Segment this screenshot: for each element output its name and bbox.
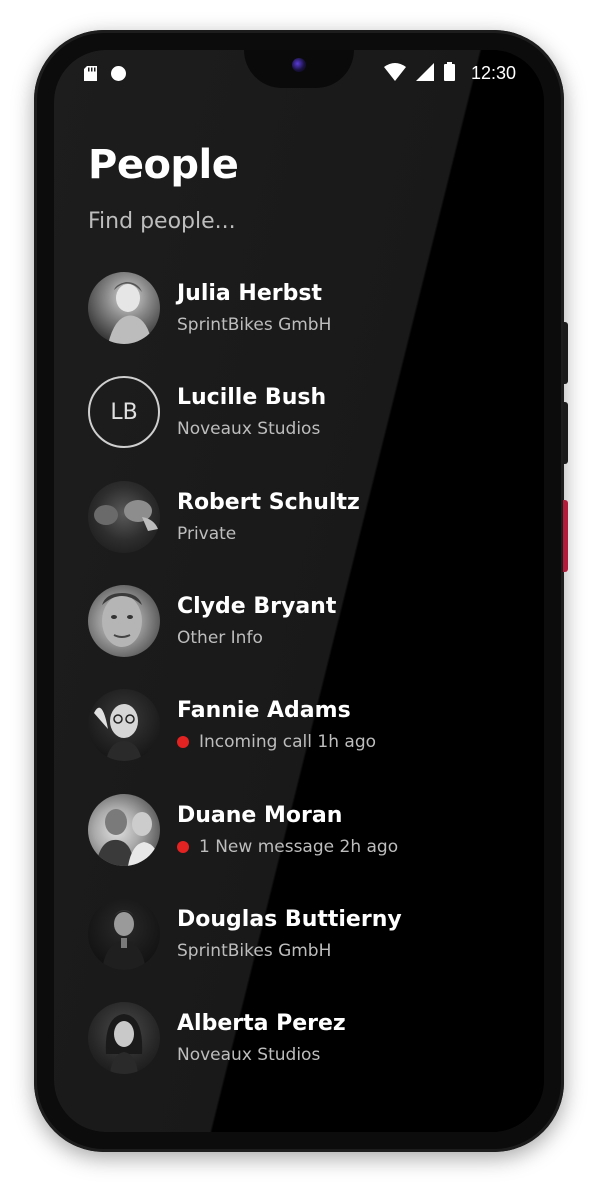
screen: 12:30 People Julia Herbst <box>54 50 544 1132</box>
person-name: Douglas Buttierny <box>177 906 402 932</box>
person-subtitle: SprintBikes GmbH <box>177 315 332 336</box>
person-name: Julia Herbst <box>177 281 322 307</box>
person-item[interactable]: Robert Schultz Private <box>88 465 528 569</box>
person-name: Lucille Bush <box>177 385 327 411</box>
person-subtitle: Noveaux Studios <box>177 1045 321 1066</box>
avatar <box>88 272 160 345</box>
avatar-initials: LB <box>88 376 160 449</box>
person-subtitle: Noveaux Studios <box>177 419 321 440</box>
people-list: Julia Herbst SprintBikes GmbH LB Lucille… <box>88 256 528 1090</box>
person-subtitle: SprintBikes GmbH <box>177 940 332 961</box>
clock-time: 12:30 <box>470 63 516 83</box>
person-item[interactable]: Julia Herbst SprintBikes GmbH <box>88 256 528 360</box>
circle-notification-icon <box>111 66 126 85</box>
phone-frame: 12:30 People Julia Herbst <box>34 30 568 1152</box>
person-item[interactable]: LB Lucille Bush Noveaux Studios <box>88 360 528 464</box>
volume-up-button[interactable] <box>563 322 568 384</box>
search-input[interactable] <box>88 206 388 236</box>
avatar <box>88 480 160 553</box>
person-item[interactable]: Fannie Adams Incoming call 1h ago <box>88 673 528 777</box>
person-subtitle: Private <box>177 523 237 544</box>
page-title: People <box>88 142 239 188</box>
status-bar: 12:30 <box>54 50 544 96</box>
avatar <box>88 793 160 866</box>
person-name: Clyde Bryant <box>177 594 337 620</box>
person-name: Duane Moran <box>177 802 343 828</box>
wifi-icon <box>383 62 406 85</box>
person-name: Alberta Perez <box>177 1011 346 1037</box>
person-item[interactable]: Duane Moran 1 New message 2h ago <box>88 777 528 881</box>
signal-icon <box>415 62 434 85</box>
avatar <box>88 1002 160 1075</box>
person-item[interactable]: Alberta Perez Noveaux Studios <box>88 986 528 1090</box>
unread-dot-icon <box>177 736 189 749</box>
avatar <box>88 897 160 970</box>
person-name: Fannie Adams <box>177 698 351 724</box>
person-subtitle: 1 New message 2h ago <box>199 836 399 857</box>
power-button[interactable] <box>563 500 568 572</box>
person-item[interactable]: Douglas Buttierny SprintBikes GmbH <box>88 882 528 986</box>
avatar <box>88 689 160 762</box>
avatar <box>88 585 160 658</box>
person-name: Robert Schultz <box>177 489 360 515</box>
people-page: People Julia Herbst SprintBikes GmbH <box>88 140 528 1090</box>
person-subtitle: Incoming call 1h ago <box>199 732 377 753</box>
unread-dot-icon <box>177 840 189 853</box>
volume-down-button[interactable] <box>563 402 568 464</box>
person-item[interactable]: Clyde Bryant Other Info <box>88 569 528 673</box>
person-subtitle: Other Info <box>177 628 263 649</box>
battery-icon <box>443 62 455 85</box>
sd-card-icon <box>84 66 97 85</box>
